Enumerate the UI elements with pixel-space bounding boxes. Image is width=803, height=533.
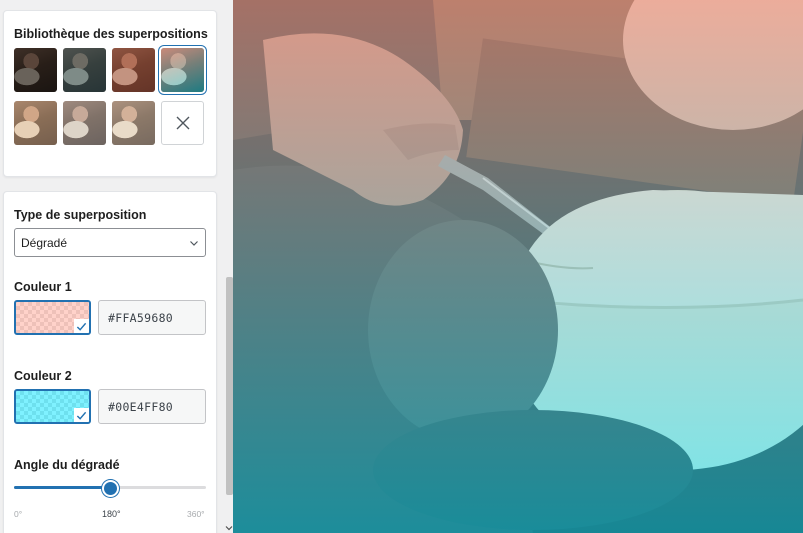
color1-hex-input[interactable]: #FFA59680 — [98, 300, 206, 335]
sidebar-scrollbar[interactable] — [224, 0, 233, 533]
overlay-swatch-7[interactable] — [112, 101, 155, 145]
color1-picker[interactable] — [14, 300, 91, 335]
color2-label: Couleur 2 — [14, 369, 72, 383]
angle-max-label: 360° — [187, 509, 205, 519]
overlay-library-title: Bibliothèque des superpositions — [14, 27, 208, 41]
angle-min-label: 0° — [14, 509, 23, 519]
color2-hex-input[interactable]: #00E4FF80 — [98, 389, 206, 424]
settings-sidebar: Bibliothèque des superpositions Type de … — [0, 0, 233, 533]
overlay-settings-card: Type de superposition Dégradé Couleur 1 … — [3, 191, 217, 533]
overlay-type-value: Dégradé — [21, 235, 68, 250]
color1-label: Couleur 1 — [14, 280, 72, 294]
image-preview — [233, 0, 803, 533]
scrollbar-thumb[interactable] — [226, 277, 233, 495]
chevron-down-icon — [190, 240, 198, 246]
overlay-swatch-3[interactable] — [112, 48, 155, 92]
close-icon — [176, 116, 189, 130]
checkmark-icon — [76, 411, 87, 420]
gradient-angle-slider[interactable] — [14, 480, 206, 497]
overlay-type-label: Type de superposition — [14, 208, 147, 222]
slider-thumb[interactable] — [102, 480, 119, 497]
overlay-swatch-6[interactable] — [63, 101, 106, 145]
scroll-down-arrow-icon[interactable] — [225, 524, 233, 532]
checkmark-icon — [76, 322, 87, 331]
overlay-swatch-1[interactable] — [14, 48, 57, 92]
overlay-library-card: Bibliothèque des superpositions — [3, 10, 217, 177]
color2-picker[interactable] — [14, 389, 91, 424]
overlay-swatch-5[interactable] — [14, 101, 57, 145]
gradient-angle-label: Angle du dégradé — [14, 458, 120, 472]
overlay-type-select[interactable]: Dégradé — [14, 228, 206, 257]
no-overlay-button[interactable] — [161, 101, 204, 145]
overlay-swatch-2[interactable] — [63, 48, 106, 92]
overlay-swatch-4[interactable] — [159, 46, 206, 94]
angle-mid-label: 180° — [102, 509, 121, 519]
slider-fill — [14, 486, 110, 489]
gradient-overlay — [233, 0, 803, 533]
